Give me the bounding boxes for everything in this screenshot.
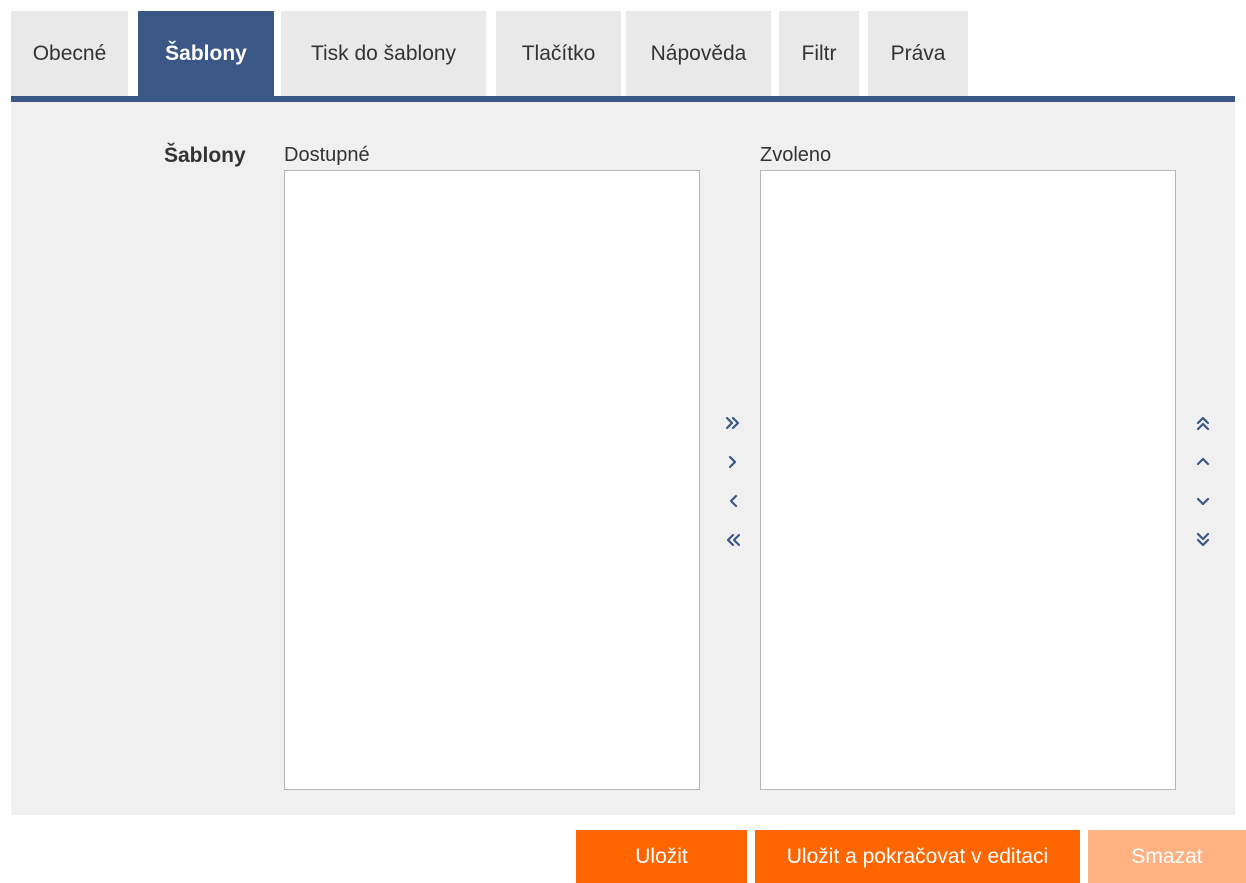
- selected-list-label: Zvoleno: [760, 144, 832, 166]
- move-up-button[interactable]: [1188, 447, 1218, 477]
- tab-napoveda[interactable]: Nápověda: [626, 11, 771, 96]
- move-all-left-icon: [726, 533, 741, 547]
- tab-obecne[interactable]: Obecné: [11, 11, 128, 96]
- save-button[interactable]: Uložit: [576, 830, 747, 883]
- move-top-button[interactable]: [1188, 408, 1218, 438]
- move-down-button[interactable]: [1188, 486, 1218, 516]
- tab-tlacitko[interactable]: Tlačítko: [496, 11, 621, 96]
- templates-panel: Šablony Dostupné Zvoleno: [11, 102, 1235, 815]
- tab-prava[interactable]: Práva: [868, 11, 968, 96]
- field-label-sablony: Šablony: [164, 144, 246, 167]
- available-listbox[interactable]: [284, 170, 700, 790]
- move-all-right-icon: [725, 416, 740, 430]
- selected-listbox[interactable]: [760, 170, 1176, 790]
- move-left-icon: [729, 494, 738, 508]
- move-all-left-button[interactable]: [718, 525, 748, 555]
- move-top-icon: [1196, 416, 1210, 431]
- save-continue-button[interactable]: Uložit a pokračovat v editaci: [755, 830, 1080, 883]
- tab-tisk-do-sablony[interactable]: Tisk do šablony: [281, 11, 486, 96]
- move-bottom-icon: [1196, 532, 1210, 547]
- move-right-icon: [728, 455, 737, 469]
- available-list-label: Dostupné: [284, 144, 370, 166]
- move-all-right-button[interactable]: [718, 408, 748, 438]
- delete-button[interactable]: Smazat: [1088, 830, 1246, 883]
- move-bottom-button[interactable]: [1188, 525, 1218, 555]
- tab-sablony[interactable]: Šablony: [138, 11, 274, 96]
- move-down-icon: [1196, 497, 1210, 506]
- move-up-icon: [1196, 457, 1210, 466]
- move-left-button[interactable]: [718, 486, 748, 516]
- tab-filtr[interactable]: Filtr: [779, 11, 859, 96]
- move-right-button[interactable]: [718, 447, 748, 477]
